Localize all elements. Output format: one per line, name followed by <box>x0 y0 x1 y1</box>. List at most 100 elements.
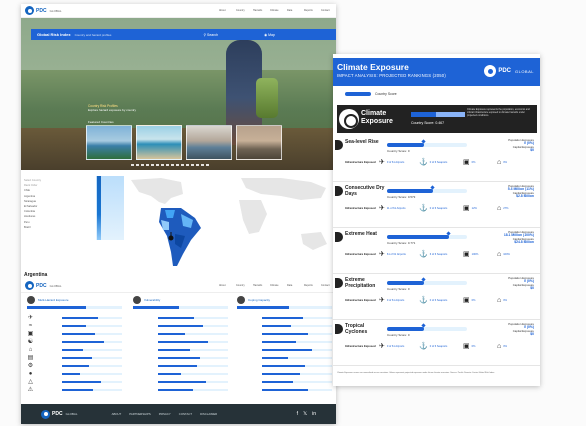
nav-item[interactable]: Data <box>287 284 298 287</box>
nav-item[interactable]: Reports <box>304 284 315 287</box>
infra-label: Infrastructure Exposed <box>345 160 376 164</box>
wave-icon: ≈ <box>28 323 33 329</box>
nav-item[interactable]: Contact <box>321 284 332 287</box>
schools-stat: ⌂ 0% <box>497 343 507 350</box>
nav-item[interactable]: Country <box>236 284 247 287</box>
hospital-icon: ▣ <box>463 343 470 350</box>
footer-link[interactable]: PRIVACY <box>159 412 171 416</box>
report-subtitle: IMPACT ANALYSIS: PROJECTED RANKINGS (205… <box>337 73 446 78</box>
footer-link[interactable]: CONTACT <box>179 412 192 416</box>
indicator-bar <box>262 357 332 359</box>
footer-link[interactable]: ABOUT <box>112 412 122 416</box>
indicator-row <box>237 370 332 378</box>
thumbnail-image[interactable] <box>236 125 282 160</box>
carousel-dots[interactable] <box>131 164 209 166</box>
score-marker <box>421 139 426 144</box>
indicator-row <box>237 378 332 386</box>
indicator-bar <box>62 389 122 391</box>
pdc-logo[interactable]: PDC GLOBAL <box>25 281 62 290</box>
seaports-stat: ⚓ 0 of 6 Seaports <box>419 205 448 212</box>
brand-sub: GLOBAL <box>49 283 62 288</box>
hero-subtitle: Country and hazard profiles <box>74 32 112 37</box>
hero-banner: Global Risk Index Country and hazard pro… <box>21 18 336 170</box>
nav-item[interactable]: Hazards <box>253 9 264 12</box>
country-item[interactable]: Brazil <box>24 225 92 230</box>
legend-swatch <box>345 92 371 96</box>
hands-icon <box>237 296 245 304</box>
logo-text: PDC <box>498 68 511 74</box>
nav-item[interactable]: Climate <box>270 284 281 287</box>
airports-stat: ✈ 11 of 61 Airports <box>379 205 406 212</box>
hazard-score: Country Score: 0.573 <box>387 195 416 199</box>
indicator-bar <box>262 389 332 391</box>
nav-item[interactable]: About <box>219 284 230 287</box>
indicator-row <box>133 346 228 354</box>
nav-item[interactable]: About <box>219 9 230 12</box>
hazard-score: Country Score: 0 <box>387 149 410 153</box>
country-title: Argentina <box>24 272 48 278</box>
pdc-logo-icon <box>484 65 497 77</box>
schools-stat: ⌂ 0% <box>497 159 507 166</box>
column-rows: ✈ ≈ ▣ ☯ ⌂ ▤ ⚙ ● △ ⚠ <box>27 314 122 394</box>
population-capital: Population Exposure 0 (0%) Capital Expos… <box>508 138 534 153</box>
indicator-bar <box>262 333 332 335</box>
banner-score-bar <box>411 112 465 117</box>
map-section: Select Country Rank Order Chile Argentin… <box>21 172 336 272</box>
hazard-block: Sea-level Rise Country Score: 0 Populati… <box>333 138 540 182</box>
infra-label: Infrastructure Exposed <box>345 252 376 256</box>
school-icon: ⌂ <box>497 297 502 304</box>
anchor-icon: ⚓ <box>419 343 428 350</box>
cap-value: $0 <box>530 286 534 291</box>
nav-item[interactable]: Data <box>287 9 298 12</box>
nav-item[interactable]: Contact <box>321 9 332 12</box>
pdc-logo[interactable]: PDC GLOBAL <box>25 6 62 15</box>
gear-icon: ⚙ <box>27 363 34 369</box>
hazard-icon <box>335 324 343 334</box>
nav-item[interactable]: Climate <box>270 9 281 12</box>
country-list: Select Country Rank Order Chile Argentin… <box>24 178 92 230</box>
infrastructure-row: Infrastructure Exposed ✈ 11 of 61 Airport… <box>345 205 540 219</box>
hospitals-stat: ▣ 0% <box>463 343 476 350</box>
thumbnail-image[interactable] <box>186 125 232 160</box>
world-map[interactable] <box>121 174 333 270</box>
risk-column: Multi-Hazard Exposure ✈ ≈ ▣ ☯ ⌂ ▤ ⚙ ● △ … <box>27 296 122 394</box>
map-label: Map <box>268 32 275 37</box>
facebook-icon[interactable]: f <box>297 411 298 417</box>
brand-text: PDC <box>52 411 63 417</box>
risk-columns: Multi-Hazard Exposure ✈ ≈ ▣ ☯ ⌂ ▤ ⚙ ● △ … <box>25 294 336 398</box>
thumbnail-image[interactable] <box>136 125 182 160</box>
hero-map-button[interactable]: ◉ Map <box>264 33 275 37</box>
pdc-logo-icon <box>25 6 34 15</box>
twitter-icon[interactable]: 𝕏 <box>303 411 307 417</box>
indicator-bar <box>158 357 228 359</box>
hospital-icon: ▣ <box>463 251 470 258</box>
airports-stat: ✈ 0 of 61 Airports <box>379 159 405 166</box>
footer-link[interactable]: PARTNERSHIPS <box>129 412 151 416</box>
social-links: f 𝕏 in <box>297 411 316 417</box>
nav-item[interactable]: Country <box>236 9 247 12</box>
hero-search-button[interactable]: ⚲ Search <box>203 33 218 37</box>
cap-value: $0 <box>530 148 534 153</box>
footer-logo[interactable]: PDC GLOBAL <box>41 409 78 419</box>
score-marker <box>421 323 426 328</box>
indicator-bar <box>262 317 332 319</box>
linkedin-icon[interactable]: in <box>312 411 316 417</box>
column-bar <box>237 306 332 309</box>
brand-sub: GLOBAL <box>49 8 62 13</box>
indicator-row <box>133 338 228 346</box>
indicator-bar <box>262 349 332 351</box>
nav-item[interactable]: Hazards <box>253 284 264 287</box>
score-legend: Country Score <box>345 92 397 96</box>
hazard-score: Country Score: 0 <box>387 287 410 291</box>
score-marker <box>421 277 426 282</box>
hazard-score-bar <box>387 323 467 331</box>
nav-item[interactable]: Reports <box>304 9 315 12</box>
thumbs-label: Featured Countries <box>88 120 114 124</box>
warning-icon: ⚠ <box>27 387 34 393</box>
footer-nav: ABOUT PARTNERSHIPS PRIVACY CONTACT DISCL… <box>112 412 218 416</box>
footer-link[interactable]: DISCLAIMER <box>200 412 217 416</box>
anchor-icon: ⚓ <box>419 297 428 304</box>
column-rows <box>237 314 332 394</box>
thumbnail-image[interactable] <box>86 125 132 160</box>
indicator-bar <box>158 333 228 335</box>
